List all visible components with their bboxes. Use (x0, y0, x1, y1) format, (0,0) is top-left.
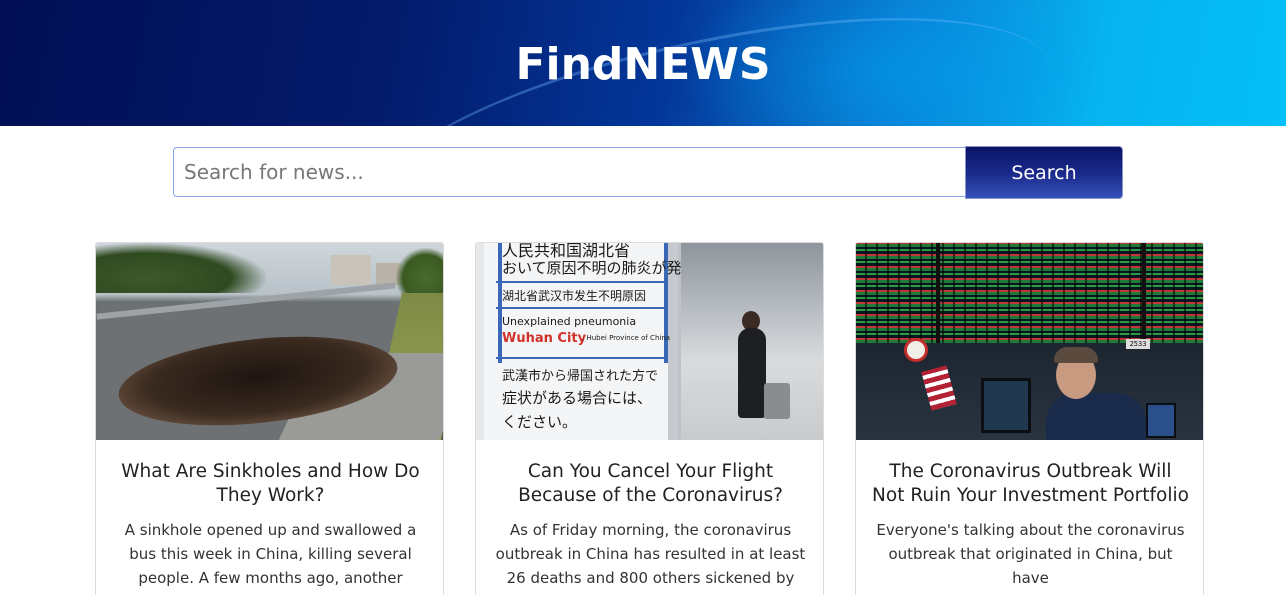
article-title[interactable]: What Are Sinkholes and How Do They Work? (112, 460, 429, 508)
article-excerpt: A sinkhole opened up and swallowed a bus… (124, 521, 417, 595)
article-body: The Coronavirus Outbreak Will Not Ruin Y… (856, 440, 1203, 590)
article-excerpt: Everyone's talking about the coronavirus… (876, 521, 1185, 587)
site-title: FindNEWS (515, 39, 771, 90)
search-input[interactable] (173, 147, 966, 197)
site-header: FindNEWS (0, 0, 1286, 126)
sinkhole-photo[interactable] (96, 243, 443, 440)
notice-sign: 人民共和国湖北省 おいて原因不明の肺炎が発生 湖北省武汉市发生不明原因 Unex… (484, 243, 697, 440)
search-button[interactable]: Search (965, 146, 1123, 199)
article-card[interactable]: 人民共和国湖北省 おいて原因不明の肺炎が発生 湖北省武汉市发生不明原因 Unex… (475, 242, 824, 595)
stock-exchange-photo[interactable]: 2533 (856, 243, 1203, 440)
article-body: Can You Cancel Your Flight Because of th… (476, 440, 823, 595)
article-title[interactable]: Can You Cancel Your Flight Because of th… (492, 460, 809, 508)
article-excerpt: As of Friday morning, the coronavirus ou… (495, 521, 806, 595)
article-title[interactable]: The Coronavirus Outbreak Will Not Ruin Y… (872, 460, 1189, 508)
airport-sign-photo[interactable]: 人民共和国湖北省 おいて原因不明の肺炎が発生 湖北省武汉市发生不明原因 Unex… (476, 243, 823, 440)
article-card[interactable]: 2533 The Coronavirus Outbreak Will Not R… (855, 242, 1204, 595)
article-body: What Are Sinkholes and How Do They Work?… (96, 440, 443, 595)
board-tag: 2533 (1126, 339, 1150, 349)
article-card[interactable]: What Are Sinkholes and How Do They Work?… (95, 242, 444, 595)
